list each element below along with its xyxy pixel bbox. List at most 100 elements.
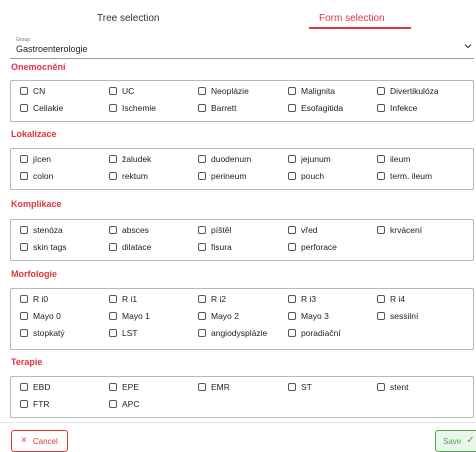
checkbox-option[interactable]: EBD — [20, 381, 50, 393]
tab-tree-selection[interactable]: Tree selection — [97, 13, 159, 24]
checkbox-option[interactable]: Mayo 1 — [109, 310, 150, 322]
checkbox[interactable] — [20, 87, 28, 95]
checkbox[interactable] — [377, 172, 385, 180]
checkbox-option[interactable]: APC — [109, 398, 139, 410]
checkbox[interactable] — [377, 104, 385, 112]
checkbox-option[interactable]: R i2 — [198, 293, 226, 305]
checkbox[interactable] — [20, 329, 28, 337]
checkbox-option[interactable]: dilatace — [109, 241, 151, 253]
checkbox[interactable] — [20, 400, 28, 408]
checkbox[interactable] — [109, 312, 117, 320]
checkbox[interactable] — [198, 243, 206, 251]
cancel-button[interactable]: × Cancel — [11, 430, 68, 452]
checkbox-option[interactable]: CN — [20, 85, 45, 97]
checkbox-option[interactable]: stopkatý — [20, 327, 65, 339]
checkbox[interactable] — [288, 172, 296, 180]
checkbox[interactable] — [288, 155, 296, 163]
checkbox-option[interactable]: Ischemie — [109, 102, 156, 114]
checkbox[interactable] — [109, 155, 117, 163]
checkbox[interactable] — [109, 295, 117, 303]
checkbox-option[interactable]: Neoplázie — [198, 85, 249, 97]
checkbox[interactable] — [288, 329, 296, 337]
checkbox[interactable] — [109, 172, 117, 180]
checkbox-option[interactable]: Celiakie — [20, 102, 63, 114]
checkbox-option[interactable]: jejunum — [288, 153, 331, 165]
checkbox[interactable] — [377, 87, 385, 95]
checkbox-option[interactable]: Mayo 2 — [198, 310, 239, 322]
checkbox[interactable] — [109, 383, 117, 391]
checkbox[interactable] — [288, 243, 296, 251]
checkbox[interactable] — [20, 243, 28, 251]
checkbox-option[interactable]: EPE — [109, 381, 139, 393]
checkbox[interactable] — [288, 104, 296, 112]
checkbox[interactable] — [198, 312, 206, 320]
save-button[interactable]: Save ✓ — [435, 430, 476, 452]
checkbox-option[interactable]: Mayo 3 — [288, 310, 329, 322]
checkbox-option[interactable]: krvácení — [377, 224, 422, 236]
checkbox[interactable] — [288, 383, 296, 391]
checkbox-option[interactable]: FTR — [20, 398, 50, 410]
checkbox[interactable] — [198, 383, 206, 391]
checkbox[interactable] — [109, 400, 117, 408]
checkbox[interactable] — [377, 295, 385, 303]
checkbox-option[interactable]: R i0 — [20, 293, 48, 305]
checkbox-option[interactable]: perforace — [288, 241, 337, 253]
checkbox[interactable] — [377, 226, 385, 234]
group-select[interactable]: Group Gastroenterologie — [10, 34, 474, 59]
checkbox[interactable] — [198, 155, 206, 163]
checkbox[interactable] — [377, 312, 385, 320]
checkbox-option[interactable]: angiodysplázie — [198, 327, 267, 339]
checkbox-option[interactable]: Infekce — [377, 102, 417, 114]
checkbox-option[interactable]: skin tags — [20, 241, 67, 253]
checkbox[interactable] — [198, 87, 206, 95]
checkbox[interactable] — [20, 295, 28, 303]
checkbox[interactable] — [198, 226, 206, 234]
checkbox-option[interactable]: ST — [288, 381, 312, 393]
checkbox-option[interactable]: Divertikulóza — [377, 85, 439, 97]
checkbox-option[interactable]: colon — [20, 170, 53, 182]
checkbox[interactable] — [377, 383, 385, 391]
checkbox-option[interactable]: R i3 — [288, 293, 316, 305]
checkbox-option[interactable]: EMR — [198, 381, 230, 393]
checkbox[interactable] — [288, 87, 296, 95]
checkbox-option[interactable]: R i4 — [377, 293, 405, 305]
checkbox[interactable] — [288, 226, 296, 234]
checkbox[interactable] — [198, 172, 206, 180]
checkbox-option[interactable]: rektum — [109, 170, 148, 182]
checkbox-option[interactable]: sessilní — [377, 310, 418, 322]
checkbox[interactable] — [20, 312, 28, 320]
checkbox[interactable] — [288, 295, 296, 303]
checkbox-option[interactable]: perineum — [198, 170, 246, 182]
checkbox-option[interactable]: Barrett — [198, 102, 237, 114]
checkbox-option[interactable]: Esofagitida — [288, 102, 343, 114]
checkbox-option[interactable]: Malignita — [288, 85, 335, 97]
checkbox[interactable] — [109, 243, 117, 251]
checkbox-option[interactable]: UC — [109, 85, 134, 97]
checkbox-option[interactable]: vřed — [288, 224, 318, 236]
checkbox[interactable] — [288, 312, 296, 320]
checkbox-option[interactable]: LST — [109, 327, 138, 339]
checkbox[interactable] — [20, 226, 28, 234]
checkbox[interactable] — [20, 383, 28, 391]
checkbox-option[interactable]: term. ileum — [377, 170, 432, 182]
checkbox-option[interactable]: poradiační — [288, 327, 341, 339]
checkbox-option[interactable]: žaludek — [109, 153, 151, 165]
checkbox[interactable] — [109, 226, 117, 234]
checkbox-option[interactable]: fisura — [198, 241, 232, 253]
checkbox[interactable] — [198, 104, 206, 112]
checkbox[interactable] — [109, 329, 117, 337]
checkbox-option[interactable]: jícen — [20, 153, 51, 165]
checkbox[interactable] — [20, 172, 28, 180]
checkbox-option[interactable]: stent — [377, 381, 408, 393]
checkbox-option[interactable]: stenóza — [20, 224, 63, 236]
checkbox-option[interactable]: ileum — [377, 153, 410, 165]
checkbox-option[interactable]: pouch — [288, 170, 324, 182]
checkbox[interactable] — [198, 329, 206, 337]
checkbox[interactable] — [20, 155, 28, 163]
checkbox-option[interactable]: R i1 — [109, 293, 137, 305]
checkbox[interactable] — [109, 87, 117, 95]
chevron-down-icon[interactable] — [464, 42, 472, 50]
checkbox-option[interactable]: absces — [109, 224, 149, 236]
checkbox-option[interactable]: píštěl — [198, 224, 231, 236]
checkbox-option[interactable]: duodenum — [198, 153, 251, 165]
